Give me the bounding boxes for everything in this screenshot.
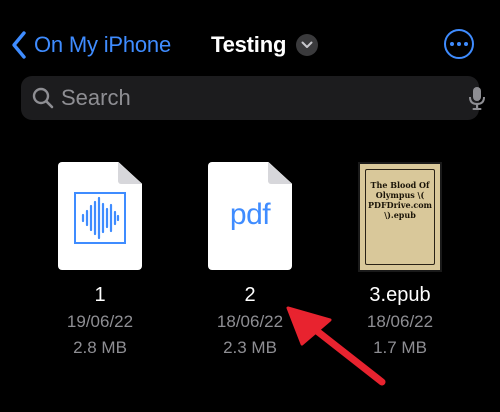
file-date: 18/06/22 — [216, 312, 284, 331]
page-fold — [118, 162, 142, 184]
file-grid: 1 19/06/22 2.8 MB pdf 2 18/06/22 2.3 MB … — [0, 150, 500, 370]
file-thumbnail — [30, 162, 170, 282]
microphone-icon[interactable] — [468, 86, 486, 111]
navigation-bar: On My iPhone Testing — [0, 0, 500, 80]
file-date: 19/06/22 — [66, 312, 134, 331]
audio-waveform-icon — [74, 192, 126, 244]
file-date: 18/06/22 — [366, 312, 434, 331]
file-thumbnail: pdf — [180, 162, 320, 282]
search-icon — [32, 87, 54, 109]
file-size: 1.7 MB — [373, 338, 427, 357]
ellipsis-dot — [457, 42, 461, 46]
chevron-left-icon — [12, 31, 26, 59]
file-size: 2.8 MB — [73, 338, 127, 357]
back-button-label: On My iPhone — [34, 32, 172, 57]
more-options-button[interactable] — [444, 29, 474, 59]
chevron-down-icon — [296, 34, 319, 56]
ellipsis-dot — [450, 42, 454, 46]
file-thumbnail: The Blood Of Olympus \( PDFDrive.com \).… — [330, 162, 470, 282]
file-name: 1 — [94, 284, 106, 306]
file-size: 2.3 MB — [223, 338, 277, 357]
cover-title: The Blood Of Olympus \( PDFDrive.com \).… — [368, 180, 433, 220]
pdf-badge: pdf — [229, 198, 271, 231]
folder-title-menu[interactable]: Testing — [211, 28, 319, 62]
file-name: 3.epub — [369, 284, 431, 306]
search-bar[interactable] — [21, 76, 485, 120]
back-button[interactable]: On My iPhone — [10, 28, 171, 62]
page-title: Testing — [211, 32, 287, 57]
ellipsis-dot — [464, 42, 468, 46]
search-input[interactable] — [61, 76, 441, 120]
epub-cover: The Blood Of Olympus \( PDFDrive.com \).… — [358, 162, 442, 272]
file-name: 2 — [244, 284, 256, 306]
